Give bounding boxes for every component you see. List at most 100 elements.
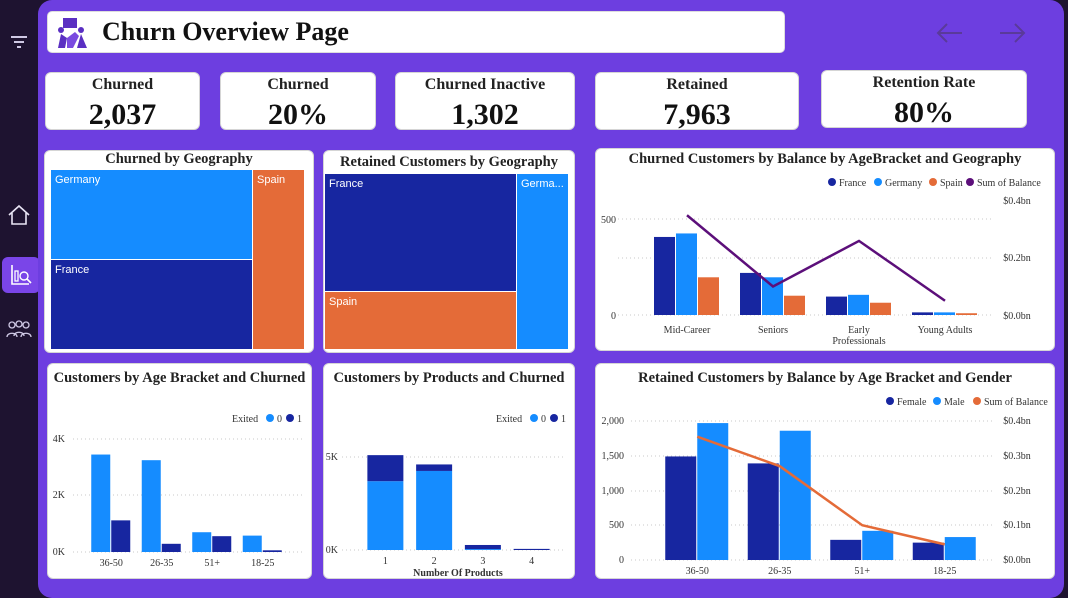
bar-exited-0 <box>416 470 453 550</box>
x-tick-label: 26-35 <box>768 566 791 577</box>
y-tick-label: 0K <box>53 547 66 558</box>
forward-arrow-icon[interactable] <box>998 18 1028 48</box>
y-tick-label: 0 <box>611 311 616 322</box>
x-tick-label: Seniors <box>758 325 788 336</box>
y2-tick-label: $0.4bn <box>1003 416 1031 427</box>
bar-1 <box>111 520 131 552</box>
bar-female <box>912 542 944 560</box>
kpi-churned-inactive-card: Churned Inactive 1,302 <box>395 72 575 131</box>
age-bracket-churn-chart: Customers by Age Bracket and Churned Exi… <box>47 363 312 579</box>
treemap-tile-spain[interactable]: Spain <box>325 292 516 349</box>
legend-marker-germany <box>874 178 882 186</box>
filter-icon[interactable] <box>0 24 38 60</box>
kpi-churned-card: Churned 2,037 <box>45 72 200 131</box>
y-tick-label: 5K <box>326 452 339 463</box>
churn-logo-icon <box>58 18 87 48</box>
kpi-value: 7,963 <box>663 98 731 131</box>
legend-marker-balance <box>973 397 981 405</box>
people-icon[interactable] <box>0 312 38 348</box>
bar-spain <box>784 295 805 315</box>
bar-0 <box>242 535 262 552</box>
x-tick-label: 51+ <box>204 558 220 569</box>
y2-tick-label: $0.1bn <box>1003 520 1031 531</box>
y-tick-label: 500 <box>601 215 616 226</box>
legend-label-germany: Germany <box>885 178 922 189</box>
y2-tick-label: $0.3bn <box>1003 451 1031 462</box>
bar-0 <box>141 460 161 552</box>
plot-area: 5K 0K 1 2 3 4 <box>326 452 566 567</box>
home-icon[interactable] <box>0 197 38 233</box>
x-tick-label: 1 <box>383 556 388 567</box>
bar-germany <box>676 233 697 315</box>
x-tick-label: 36-50 <box>100 558 123 569</box>
kpi-label: Retention Rate <box>872 74 976 91</box>
x-tick-label: 3 <box>480 556 485 567</box>
legend-marker-0 <box>530 414 538 422</box>
y-tick-label: 500 <box>609 520 624 531</box>
legend-title: Exited <box>232 414 258 425</box>
retained-by-geography-chart: Retained Customers by Geography France S… <box>323 150 575 353</box>
x-tick-label: Professionals <box>832 336 885 347</box>
bar-spain <box>956 313 977 315</box>
y-tick-label: 1,000 <box>602 486 625 497</box>
legend-label-0: 0 <box>277 414 282 425</box>
x-tick-label: 51+ <box>854 566 870 577</box>
title-bar: Churn Overview Page <box>47 11 785 53</box>
legend-marker-1 <box>286 414 294 422</box>
legend-label-0: 0 <box>541 414 546 425</box>
legend-label-1: 1 <box>561 414 566 425</box>
treemap-tile-france[interactable]: France <box>51 260 252 349</box>
x-tick-label: Early <box>848 325 870 336</box>
legend-marker-balance <box>966 178 974 186</box>
x-tick-label: 18-25 <box>933 566 956 577</box>
kpi-value: 20% <box>268 98 328 131</box>
bar-female <box>830 539 862 560</box>
report-analysis-icon[interactable] <box>2 257 40 293</box>
legend-label-balance: Sum of Balance <box>977 178 1041 189</box>
legend-marker-male <box>933 397 941 405</box>
sidebar <box>0 0 40 598</box>
y-tick-label: 0 <box>619 555 624 566</box>
bar-1 <box>161 543 181 552</box>
legend-label-spain: Spain <box>940 178 963 189</box>
x-tick-label: 18-25 <box>251 558 274 569</box>
treemap-tile-germany[interactable]: Germa... <box>517 174 568 349</box>
y2-tick-label: $0.0bn <box>1003 311 1031 322</box>
back-arrow-icon[interactable] <box>934 18 964 48</box>
y-tick-label: 1,500 <box>602 451 625 462</box>
bar-france <box>826 296 847 315</box>
kpi-label: Churned Inactive <box>424 76 546 93</box>
y2-tick-label: $0.0bn <box>1003 555 1031 566</box>
bar-exited-1 <box>513 548 550 550</box>
y-tick-label: 2K <box>53 490 66 501</box>
legend-marker-1 <box>550 414 558 422</box>
y-tick-label: 2,000 <box>602 416 625 427</box>
bar-male <box>862 530 894 560</box>
treemap-tile-spain[interactable]: Spain <box>253 170 304 349</box>
treemap-tile-france[interactable]: France <box>325 174 516 291</box>
legend-label-balance: Sum of Balance <box>984 397 1048 408</box>
kpi-label: Churned <box>91 76 154 93</box>
churned-by-geography-chart: Churned by Geography Germany France Spai… <box>44 150 314 353</box>
y2-tick-label: $0.2bn <box>1003 486 1031 497</box>
bar-male <box>779 430 811 560</box>
bar-0 <box>91 454 111 552</box>
bar-france <box>740 272 761 315</box>
products-churn-chart: Customers by Products and Churned Exited… <box>323 363 575 579</box>
bar-male <box>697 423 729 560</box>
bar-1 <box>212 536 232 552</box>
bar-female <box>665 456 697 560</box>
legend-marker-spain <box>929 178 937 186</box>
legend-label-1: 1 <box>297 414 302 425</box>
legend-label-female: Female <box>897 397 927 408</box>
y2-tick-label: $0.2bn <box>1003 253 1031 264</box>
kpi-label: Retained <box>666 76 728 93</box>
bar-female <box>747 463 779 560</box>
bar-1 <box>262 550 282 552</box>
plot-area: 4K 2K 0K 36-50 26-35 51+ 18-25 <box>53 434 303 569</box>
x-tick-label: 2 <box>432 556 437 567</box>
page-title: Churn Overview Page <box>102 17 349 46</box>
legend-label-male: Male <box>944 397 965 408</box>
treemap-tile-germany[interactable]: Germany <box>51 170 252 259</box>
legend-marker-0 <box>266 414 274 422</box>
